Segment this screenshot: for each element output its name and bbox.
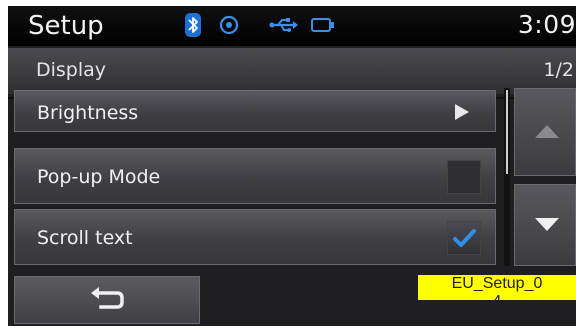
back-arrow-icon	[91, 287, 124, 309]
scroll-text-checkbox[interactable]	[447, 221, 481, 255]
back-button[interactable]	[14, 276, 200, 324]
section-header: Display 1/2	[8, 48, 576, 94]
menu-item-popup-mode[interactable]: Pop-up Mode	[14, 148, 496, 204]
page-indicator: 1/2	[543, 59, 574, 81]
chevron-right-icon	[455, 104, 469, 120]
image-reference-line1: EU_Setup_0	[451, 275, 543, 292]
section-title: Display	[36, 59, 107, 81]
screen-title: Setup	[28, 11, 104, 41]
image-reference-label: EU_Setup_0 4	[418, 275, 576, 310]
image-reference-line2: 4	[492, 293, 502, 310]
bluetooth-icon	[183, 12, 203, 38]
menu-item-brightness[interactable]: Brightness	[14, 90, 496, 132]
ipod-icon	[310, 12, 336, 38]
menu-item-label: Scroll text	[37, 227, 133, 249]
usb-icon	[268, 12, 300, 38]
scroll-down-button[interactable]	[514, 184, 576, 266]
scroll-up-button[interactable]	[514, 88, 576, 176]
menu-item-label: Brightness	[37, 102, 139, 124]
triangle-down-icon	[535, 218, 559, 231]
menu-item-label: Pop-up Mode	[37, 166, 161, 188]
gps-icon	[219, 12, 239, 38]
scrollbar-thumb[interactable]	[506, 90, 508, 174]
status-bar: Setup 3:09	[8, 6, 576, 46]
popup-mode-checkbox[interactable]	[447, 160, 481, 194]
triangle-up-icon	[535, 125, 559, 138]
clock: 3:09	[517, 10, 576, 39]
checkmark-icon	[453, 229, 476, 247]
menu-item-scroll-text[interactable]: Scroll text	[14, 209, 496, 265]
